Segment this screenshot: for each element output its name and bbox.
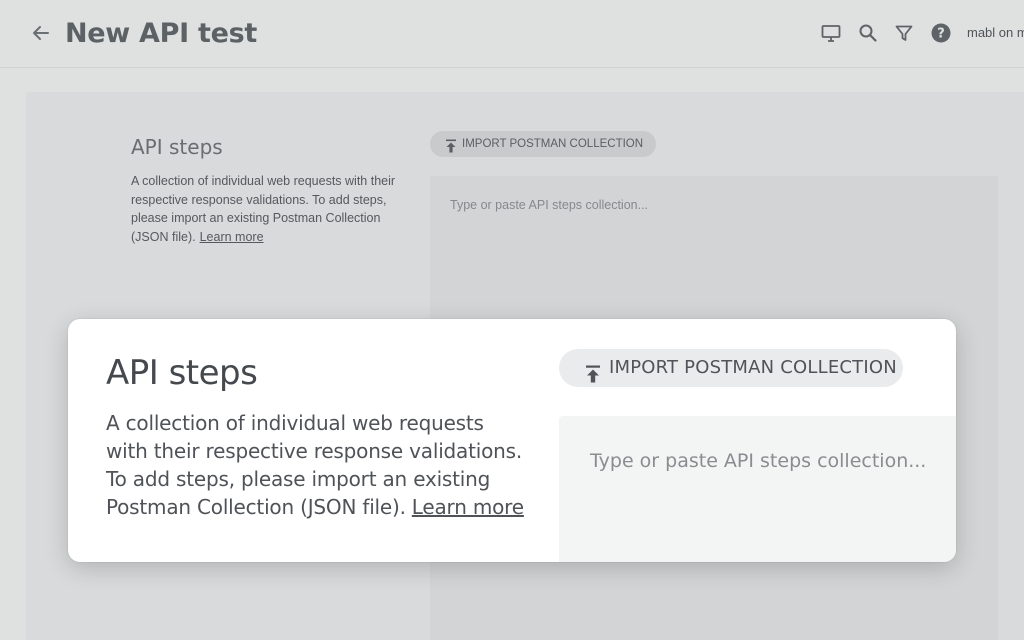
help-icon[interactable]: ? bbox=[930, 22, 952, 44]
steps-placeholder: Type or paste API steps collection... bbox=[450, 198, 649, 212]
card-import-postman-button[interactable]: IMPORT POSTMAN COLLECTION bbox=[559, 349, 903, 387]
zoomed-api-steps-card: API steps A collection of individual web… bbox=[68, 319, 956, 562]
card-steps-placeholder: Type or paste API steps collection... bbox=[590, 450, 927, 472]
top-bar: New API test ? mabl on m bbox=[0, 0, 1024, 68]
import-button-label: IMPORT POSTMAN COLLECTION bbox=[462, 138, 644, 150]
upload-icon bbox=[585, 359, 601, 383]
filter-icon[interactable] bbox=[893, 22, 915, 44]
search-icon[interactable] bbox=[857, 22, 879, 44]
section-heading: API steps bbox=[131, 135, 223, 159]
card-heading: API steps bbox=[106, 353, 258, 393]
import-postman-button[interactable]: IMPORT POSTMAN COLLECTION bbox=[430, 131, 656, 157]
card-import-button-label: IMPORT POSTMAN COLLECTION bbox=[609, 357, 897, 378]
monitor-icon[interactable] bbox=[820, 22, 842, 44]
back-arrow-icon[interactable] bbox=[30, 22, 52, 44]
learn-more-link[interactable]: Learn more bbox=[200, 230, 264, 244]
user-menu[interactable]: mabl on m bbox=[967, 25, 1024, 40]
svg-text:?: ? bbox=[937, 27, 945, 42]
card-learn-more-link[interactable]: Learn more bbox=[412, 495, 524, 519]
page-title: New API test bbox=[65, 18, 257, 49]
card-steps-text-area[interactable]: Type or paste API steps collection... bbox=[559, 416, 956, 562]
upload-icon bbox=[445, 137, 457, 153]
card-description: A collection of individual web requests … bbox=[106, 409, 526, 521]
section-description: A collection of individual web requests … bbox=[131, 172, 401, 246]
